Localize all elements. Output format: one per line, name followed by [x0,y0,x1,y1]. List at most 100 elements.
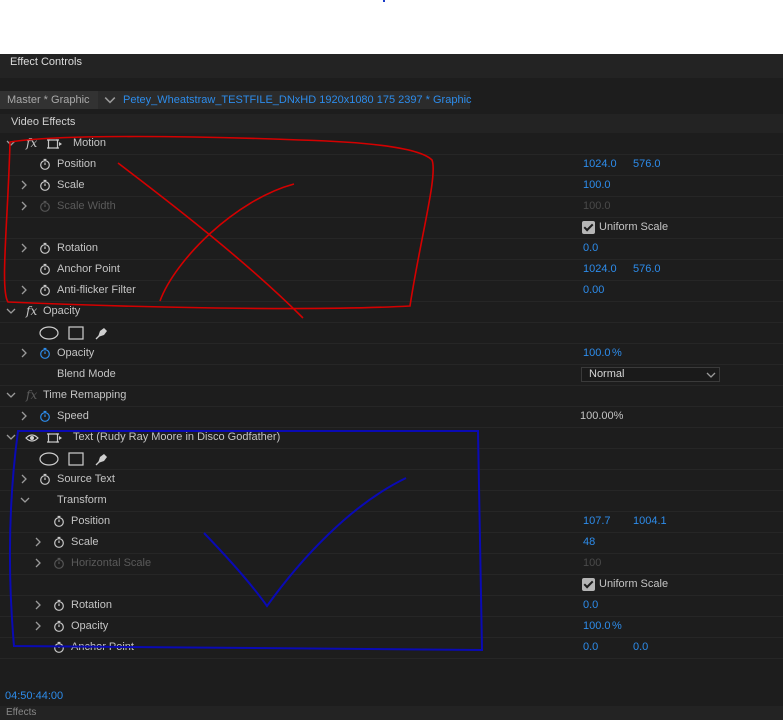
chevron-right-icon[interactable] [19,474,29,484]
blend-mode-select[interactable]: Normal [581,367,720,382]
speed-value[interactable]: 100.00% [580,410,623,422]
fx-icon[interactable]: fx [26,388,37,402]
prop-text-rotation: Rotation 0.0 [0,596,783,617]
stopwatch-icon[interactable] [39,242,51,254]
prop-label: Source Text [57,473,115,485]
scale-value[interactable]: 100.0 [583,179,611,191]
effect-opacity[interactable]: fx Opacity [0,302,783,323]
chevron-right-icon[interactable] [19,411,29,421]
stopwatch-icon[interactable] [39,179,51,191]
text-opacity-value[interactable]: 100.0 [583,620,611,632]
video-effects-header: Video Effects [0,114,783,133]
stopwatch-icon[interactable] [39,158,51,170]
chevron-right-icon[interactable] [33,558,43,568]
prop-text-opacity: Opacity 100.0 % [0,617,783,638]
prop-text-scale: Scale 48 [0,533,783,554]
pen-icon[interactable] [95,452,109,466]
chevron-right-icon[interactable] [19,285,29,295]
prop-label: Scale [57,179,85,191]
effect-motion[interactable]: fx Motion [0,134,783,155]
position-y[interactable]: 576.0 [633,158,661,170]
prop-label: Position [71,515,111,527]
stopwatch-icon[interactable] [53,641,65,653]
mask-tools [0,449,783,470]
panel-title[interactable]: Effect Controls [10,56,82,68]
uniform-scale-checkbox[interactable] [582,221,595,234]
scale-width-value: 100.0 [583,200,611,212]
anti-flicker-value[interactable]: 0.00 [583,284,604,296]
prop-label: Opacity [71,620,109,632]
chevron-down-icon[interactable] [6,306,16,316]
prop-uniform-scale: Uniform Scale [0,218,783,239]
master-tab[interactable]: Master * Graphic [0,91,98,109]
chevron-right-icon[interactable] [33,600,43,610]
chevron-down-icon[interactable] [706,370,716,380]
timecode[interactable]: 04:50:44:00 [5,690,63,702]
effect-time-remapping[interactable]: fx Time Remapping [0,386,783,407]
prop-position: Position 1024.0 576.0 [0,155,783,176]
opacity-value[interactable]: 100.0 [583,347,611,359]
clip-bar: Master * Graphic Petey_Wheatstraw_TESTFI… [0,91,472,109]
ellipse-mask-icon[interactable] [39,326,59,340]
chevron-right-icon[interactable] [33,537,43,547]
prop-rotation: Rotation 0.0 [0,239,783,260]
stopwatch-icon [39,200,51,212]
chevron-right-icon[interactable] [33,621,43,631]
text-scale-value[interactable]: 48 [583,536,595,548]
chevron-down-icon[interactable] [20,495,30,505]
text-position-x[interactable]: 107.7 [583,515,611,527]
chevron-right-icon[interactable] [19,201,29,211]
text-anchor-x[interactable]: 0.0 [583,641,598,653]
eye-icon[interactable] [25,433,39,443]
transform-group[interactable]: Transform [0,491,783,512]
prop-label: Scale Width [57,200,116,212]
chevron-down-icon[interactable] [6,138,16,148]
stopwatch-icon[interactable] [39,410,51,422]
transform-icon[interactable] [46,138,62,150]
chevron-right-icon[interactable] [19,348,29,358]
stopwatch-icon[interactable] [39,284,51,296]
uniform-scale-checkbox[interactable] [582,578,595,591]
prop-text-uniform-scale: Uniform Scale [0,575,783,596]
effects-tab[interactable]: Effects [6,707,36,718]
text-rotation-value[interactable]: 0.0 [583,599,598,611]
prop-label: Anchor Point [57,263,120,275]
prop-blend-mode: Blend Mode Normal [0,365,783,386]
stopwatch-icon[interactable] [53,620,65,632]
effect-label: Opacity [43,305,81,317]
chevron-down-icon[interactable] [104,94,116,106]
rectangle-mask-icon[interactable] [68,452,84,466]
prop-text-position: Position 107.7 1004.1 [0,512,783,533]
stopwatch-icon[interactable] [53,599,65,611]
prop-text-anchor-point: Anchor Point 0.0 0.0 [0,638,783,659]
horizontal-scale-value: 100 [583,557,602,569]
fx-icon[interactable]: fx [26,136,37,150]
chevron-right-icon[interactable] [19,180,29,190]
prop-label: Opacity [57,347,95,359]
text-anchor-y[interactable]: 0.0 [633,641,648,653]
transform-icon[interactable] [46,432,62,444]
ellipse-mask-icon[interactable] [39,452,59,466]
position-x[interactable]: 1024.0 [583,158,617,170]
clip-name[interactable]: Petey_Wheatstraw_TESTFILE_DNxHD 1920x108… [123,91,472,109]
uniform-scale-label: Uniform Scale [599,221,669,233]
anchor-y[interactable]: 576.0 [633,263,661,275]
pen-icon[interactable] [95,326,109,340]
chevron-down-icon[interactable] [6,390,16,400]
prop-source-text: Source Text [0,470,783,491]
stopwatch-icon[interactable] [53,536,65,548]
stopwatch-icon[interactable] [53,515,65,527]
rotation-value[interactable]: 0.0 [583,242,598,254]
stopwatch-icon[interactable] [39,263,51,275]
prop-label: Anti-flicker Filter [57,284,136,296]
anchor-x[interactable]: 1024.0 [583,263,617,275]
text-layer[interactable]: Text (Rudy Ray Moore in Disco Godfather) [0,428,783,449]
chevron-right-icon[interactable] [19,243,29,253]
prop-label: Anchor Point [71,641,134,653]
stopwatch-icon[interactable] [39,347,51,359]
text-position-y[interactable]: 1004.1 [633,515,667,527]
fx-icon[interactable]: fx [26,304,37,318]
rectangle-mask-icon[interactable] [68,326,84,340]
stopwatch-icon[interactable] [39,473,51,485]
chevron-down-icon[interactable] [6,432,16,442]
